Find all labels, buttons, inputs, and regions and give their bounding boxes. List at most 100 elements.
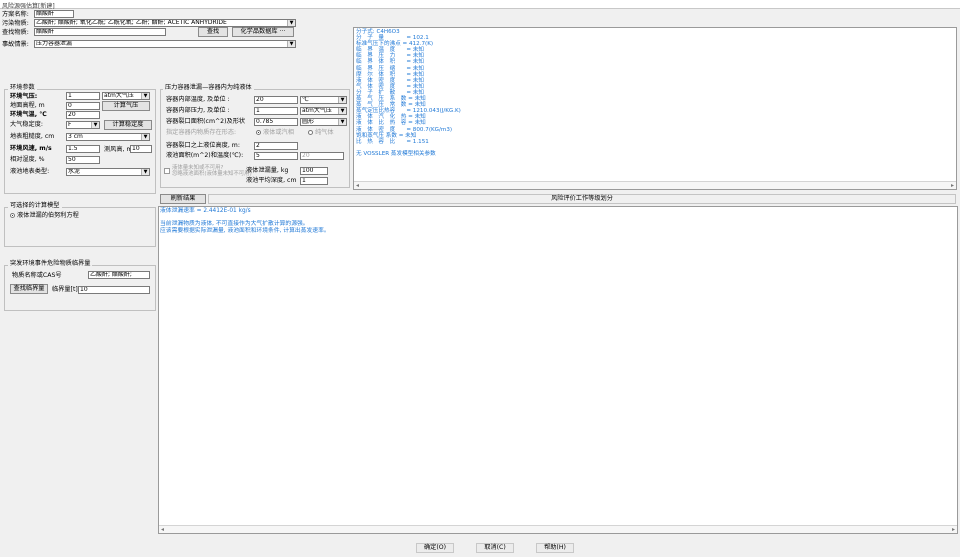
tab-risk-level[interactable]: 风险评价工作等级划分: [208, 194, 956, 204]
pool-area-input[interactable]: 5: [254, 152, 298, 160]
pollutant-select[interactable]: 乙酸酐; 醋酸酐; 氧化乙酰; 乙酰化氧; 乙酐; 醋酐; ACETIC ANH…: [34, 19, 296, 27]
scroll-left-icon[interactable]: ◂: [356, 182, 359, 189]
liquid-mass-input[interactable]: 100: [300, 167, 328, 175]
altitude-input[interactable]: 0: [66, 102, 100, 110]
pool-depth-label: 液池平均深度, cm: [246, 177, 297, 184]
vessel-press-unit-select[interactable]: atm大气压 ▼: [300, 107, 347, 115]
liquid-mass-label: 液体泄漏量, kg: [246, 167, 289, 174]
vessel-temp-label: 容器内部温度, 及单位 :: [166, 96, 230, 103]
threshold-qty-input[interactable]: 10: [78, 286, 150, 294]
humidity-input[interactable]: 50: [66, 156, 100, 164]
threshold-group-title: 突发环境事件危险物质临界量: [8, 260, 93, 268]
pressure-label: 环境气压:: [10, 93, 38, 100]
liquid-height-input[interactable]: 2: [254, 142, 298, 150]
find-threshold-button[interactable]: 查找临界量: [10, 284, 48, 294]
ground-type-select[interactable]: 水泥 ▼: [66, 168, 150, 176]
ok-button[interactable]: 确定(O): [416, 543, 454, 553]
vessel-temp-unit-value: ℃: [302, 96, 309, 103]
vessel-area-label: 容器裂口面积(cm^2)及形状: [166, 118, 246, 125]
properties-pane[interactable]: 分子式: C4H6O3 分 子 量 = 102.1 标准气压下的沸点 = 412.7…: [353, 27, 957, 190]
scheme-input[interactable]: 醋酸酐: [34, 10, 74, 18]
scroll-right-icon[interactable]: ▸: [951, 182, 954, 189]
chevron-down-icon: ▼: [338, 108, 346, 114]
result-line: 应该需要根据实际泄漏量, 液池面积和环境条件, 计算出蒸发速率。: [160, 227, 330, 234]
pollutant-value: 乙酸酐; 醋酸酐; 氧化乙酰; 乙酰化氧; 乙酐; 醋酐; ACETIC ANH…: [36, 19, 227, 26]
substance-name-label: 物质名称或CAS号: [12, 272, 62, 279]
vessel-temp-unit-select[interactable]: ℃ ▼: [300, 96, 347, 104]
chevron-down-icon: ▼: [287, 20, 295, 26]
pressure-unit-value: atm大气压: [104, 92, 134, 99]
wind-input[interactable]: 1.5: [66, 145, 100, 153]
pool-depth-input[interactable]: 1: [300, 177, 328, 185]
pool-label: 液池面积(m^2)和温度(℃):: [166, 152, 244, 159]
scroll-left-icon[interactable]: ◂: [161, 526, 164, 533]
scheme-label: 方案名称:: [2, 11, 29, 18]
pollutant-label: 污染物质:: [2, 20, 29, 27]
window-titlebar: 风险源强估算[新建]: [0, 0, 960, 10]
pressure-unit-select[interactable]: atm大气压 ▼: [102, 92, 150, 100]
scenario-value: 压力容器泄漏: [36, 40, 73, 47]
results-hscrollbar[interactable]: ◂ ▸: [159, 525, 957, 533]
unknown-liquid-label-2: 忽略液池面积(液体量未知不可用): [172, 171, 252, 177]
result-line: 液体泄漏速率 = 2.4412E-01 kg/s: [160, 208, 251, 214]
substance-name-input[interactable]: 乙酸酐; 醋酸酐;: [88, 271, 150, 279]
vessel-shape-value: 圆形: [302, 118, 315, 125]
scenario-select[interactable]: 压力容器泄漏 ▼: [34, 40, 296, 48]
vessel-state-label: 指定容器内物质存在形态:: [166, 129, 237, 136]
calc-pressure-button[interactable]: 计算气压: [102, 101, 150, 111]
properties-hscrollbar[interactable]: ◂ ▸: [354, 181, 956, 189]
calc-stability-button[interactable]: 计算稳定度: [104, 120, 152, 130]
state-option-gas[interactable]: 纯气体: [308, 128, 334, 137]
vessel-group-title: 压力容器泄漏—容器内为纯液体: [163, 84, 254, 92]
scenario-label: 事故情景:: [2, 41, 29, 48]
vessel-press-label: 容器内部压力, 及单位 :: [166, 107, 230, 114]
ground-type-value: 水泥: [68, 168, 81, 175]
radio-icon: [256, 129, 261, 135]
radio-icon: [308, 129, 313, 135]
chem-db-button[interactable]: 化学品数据库 ···: [232, 27, 294, 37]
model-option-bernoulli[interactable]: 液体泄漏的伯努利方程: [10, 211, 79, 220]
scroll-right-icon[interactable]: ▸: [952, 526, 955, 533]
chevron-down-icon: ▼: [141, 134, 149, 140]
roughness-label: 地表粗糙度, cm: [10, 133, 55, 140]
query-label: 查找物质:: [2, 29, 29, 36]
chevron-down-icon: ▼: [141, 93, 149, 99]
results-text: 液体泄漏速率 = 2.4412E-01 kg/s 当前泄漏物质为液体, 不可直接…: [160, 208, 330, 234]
properties-text: 分子式: C4H6O3 分 子 量 = 102.1 标准气压下的沸点 = 412.7…: [356, 29, 461, 157]
pressure-input[interactable]: 1: [66, 92, 100, 100]
roughness-select[interactable]: 3 cm ▼: [66, 133, 150, 141]
vessel-press-input[interactable]: 1: [254, 107, 298, 115]
roughness-value: 3 cm: [68, 133, 83, 140]
env-params-title: 环境参数: [8, 84, 37, 92]
chevron-down-icon: ▼: [91, 122, 99, 128]
chevron-down-icon: ▼: [338, 119, 346, 125]
cancel-button[interactable]: 取消(C): [476, 543, 514, 553]
vessel-shape-select[interactable]: 圆形 ▼: [300, 118, 347, 126]
vessel-area-input[interactable]: 0.785: [254, 118, 298, 126]
property-line: 液 体 密 度 = 800.7(KG/m3): [356, 126, 453, 133]
radio-icon: [10, 212, 15, 218]
state-option-gas-label: 纯气体: [314, 129, 334, 136]
temp-input[interactable]: 20: [66, 111, 100, 119]
unknown-liquid-checkbox[interactable]: [164, 168, 170, 174]
pool-temp-input[interactable]: 20: [300, 152, 344, 160]
help-button[interactable]: 帮助(H): [536, 543, 574, 553]
vessel-press-unit-value: atm大气压: [302, 107, 332, 114]
chevron-down-icon: ▼: [141, 169, 149, 175]
stability-select[interactable]: F ▼: [66, 121, 100, 129]
unknown-liquid-label: 液体量未知或不可用? 忽略液池面积(液体量未知不可用): [172, 165, 252, 177]
result-line: 当前泄漏物质为液体, 不可直接作为大气扩散计算的源强。: [160, 221, 309, 228]
vessel-temp-input[interactable]: 20: [254, 96, 298, 104]
results-pane[interactable]: 液体泄漏速率 = 2.4412E-01 kg/s 当前泄漏物质为液体, 不可直接…: [158, 206, 958, 534]
query-input[interactable]: 醋酸酐: [34, 28, 166, 36]
stability-value: F: [68, 121, 72, 128]
state-option-liquid[interactable]: 液体或汽相: [256, 128, 294, 137]
ground-type-label: 液池地表类型:: [10, 168, 50, 175]
window-title: 风险源强估算[新建]: [2, 3, 55, 10]
wind-height-input[interactable]: 10: [130, 145, 152, 153]
model-group-title: 可选择的计算模型: [8, 202, 62, 210]
find-button[interactable]: 查找: [198, 27, 228, 37]
threshold-qty-label: 临界量[t]:: [52, 286, 80, 293]
wind-height-label: 测风高, m: [104, 146, 133, 153]
refresh-results-button[interactable]: 刷新结果: [160, 194, 206, 204]
